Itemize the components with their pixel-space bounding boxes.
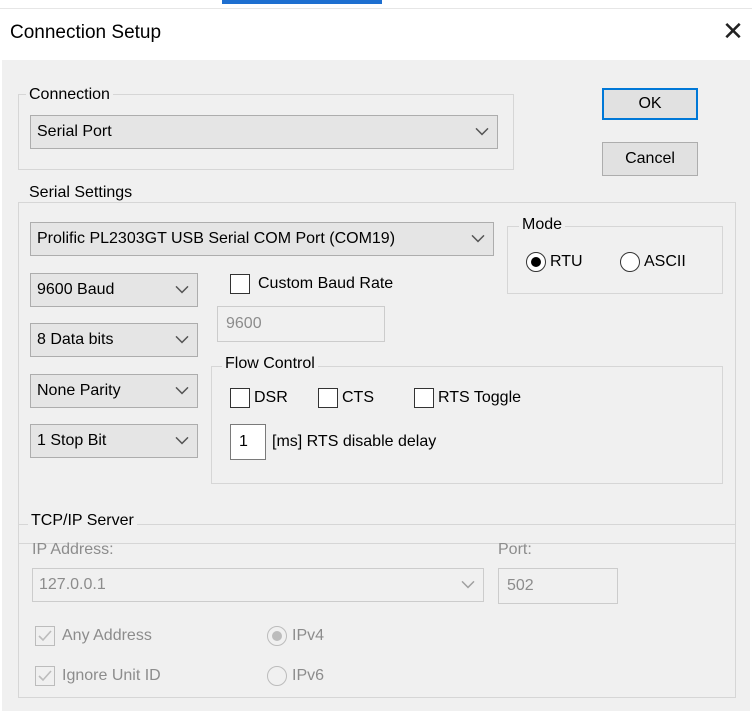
dialog-client-area: Connection Serial Port OK Cancel Serial … <box>2 60 750 711</box>
chevron-down-icon <box>471 234 485 243</box>
rts-toggle-label: RTS Toggle <box>438 389 522 406</box>
custom-baud-label: Custom Baud Rate <box>258 275 394 292</box>
serial-port-select[interactable]: Prolific PL2303GT USB Serial COM Port (C… <box>30 222 494 256</box>
checkmark-icon <box>38 630 52 642</box>
ip-address-label: IP Address: <box>32 541 114 558</box>
checkmark-icon <box>38 670 52 682</box>
stop-bits-value: 1 Stop Bit <box>37 432 107 449</box>
rts-toggle-checkbox[interactable] <box>414 388 434 408</box>
titlebar-divider <box>0 8 752 9</box>
ignore-unit-id-label: Ignore Unit ID <box>62 667 161 684</box>
cancel-button[interactable]: Cancel <box>602 142 698 176</box>
mode-rtu-radio[interactable] <box>526 252 546 272</box>
connection-type-select[interactable]: Serial Port <box>30 115 498 149</box>
custom-baud-checkbox[interactable] <box>230 274 250 294</box>
port-label: Port: <box>498 541 532 558</box>
baud-rate-value: 9600 Baud <box>37 281 115 298</box>
connection-type-value: Serial Port <box>37 123 112 140</box>
rts-delay-value: 1 <box>239 433 248 450</box>
flow-control-group-label: Flow Control <box>222 355 318 373</box>
custom-baud-input[interactable]: 9600 <box>217 306 385 342</box>
ipv6-radio[interactable] <box>267 666 287 686</box>
window-title: Connection Setup <box>10 22 162 43</box>
dsr-label: DSR <box>254 389 288 406</box>
chevron-down-icon <box>475 127 489 136</box>
serial-port-value: Prolific PL2303GT USB Serial COM Port (C… <box>37 230 396 247</box>
radio-selected-dot <box>531 257 541 267</box>
ipv6-label: IPv6 <box>292 667 325 684</box>
ok-button[interactable]: OK <box>602 88 698 120</box>
mode-group-label: Mode <box>519 216 566 234</box>
port-value: 502 <box>507 577 534 594</box>
data-bits-select[interactable]: 8 Data bits <box>30 323 198 357</box>
chevron-down-icon <box>175 335 189 344</box>
chevron-down-icon <box>175 285 189 294</box>
port-input[interactable]: 502 <box>498 568 618 604</box>
ignore-unit-id-checkbox[interactable] <box>35 666 55 686</box>
mode-ascii-radio[interactable] <box>620 252 640 272</box>
any-address-checkbox[interactable] <box>35 626 55 646</box>
parity-select[interactable]: None Parity <box>30 374 198 408</box>
ip-address-value: 127.0.0.1 <box>39 576 106 593</box>
radio-selected-dot <box>272 631 282 641</box>
cts-label: CTS <box>342 389 374 406</box>
tcp-server-group-label: TCP/IP Server <box>28 512 137 530</box>
cts-checkbox[interactable] <box>318 388 338 408</box>
rts-delay-label: [ms] RTS disable delay <box>272 433 437 450</box>
mode-ascii-label: ASCII <box>644 253 686 270</box>
chevron-down-icon <box>175 386 189 395</box>
titlebar-accent <box>222 0 382 4</box>
data-bits-value: 8 Data bits <box>37 331 114 348</box>
custom-baud-value: 9600 <box>226 315 262 332</box>
ipv4-radio[interactable] <box>267 626 287 646</box>
connection-group-label: Connection <box>26 86 113 104</box>
ipv4-label: IPv4 <box>292 627 325 644</box>
rts-delay-input[interactable]: 1 <box>230 424 266 460</box>
ip-address-select[interactable]: 127.0.0.1 <box>32 568 484 602</box>
flow-control-group <box>211 366 723 484</box>
serial-settings-group-label: Serial Settings <box>26 184 136 202</box>
parity-value: None Parity <box>37 382 121 399</box>
dsr-checkbox[interactable] <box>230 388 250 408</box>
stop-bits-select[interactable]: 1 Stop Bit <box>30 424 198 458</box>
close-icon[interactable]: ✕ <box>718 16 748 46</box>
any-address-label: Any Address <box>62 627 152 644</box>
chevron-down-icon <box>461 580 475 589</box>
chevron-down-icon <box>175 436 189 445</box>
mode-rtu-label: RTU <box>550 253 583 270</box>
baud-rate-select[interactable]: 9600 Baud <box>30 273 198 307</box>
